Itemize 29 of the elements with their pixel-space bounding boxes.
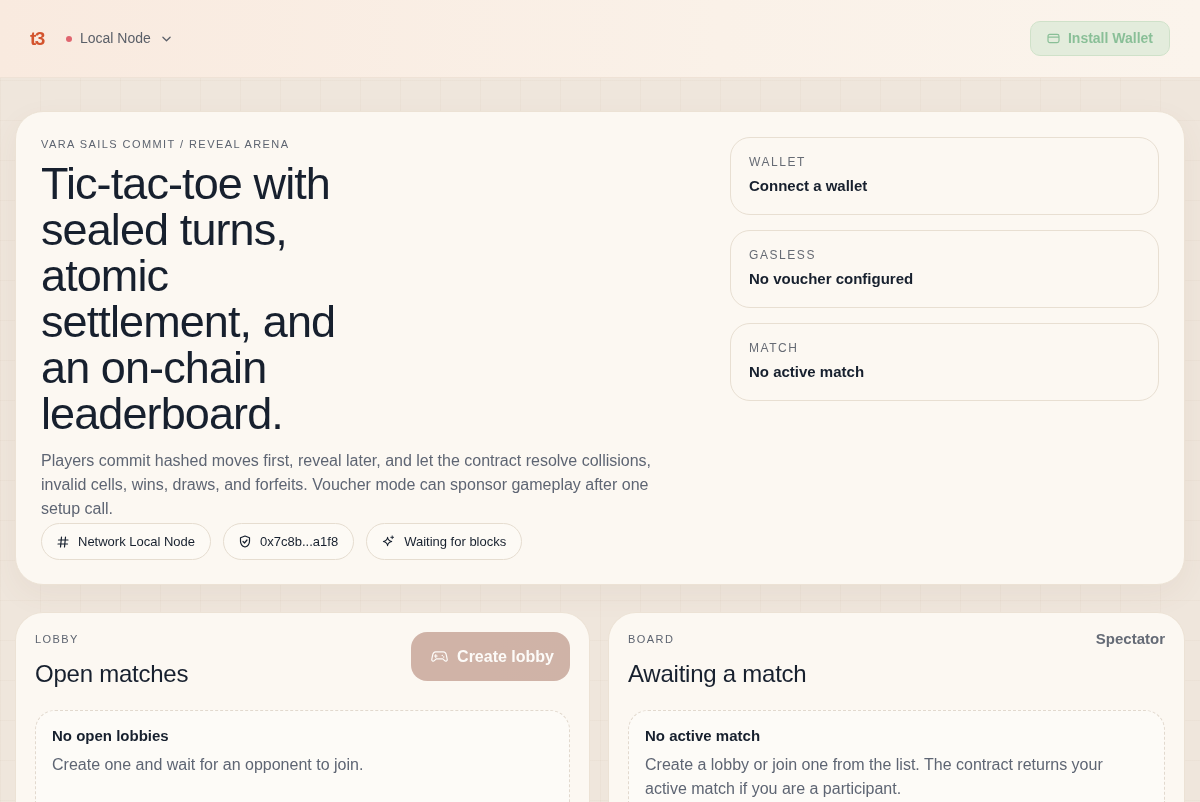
empty-state-text: Create one and wait for an opponent to join.	[52, 755, 365, 775]
status-value: No voucher configured	[749, 270, 915, 288]
status-label: WALLET	[749, 155, 807, 170]
section-label: LOBBY	[35, 632, 80, 646]
chip-label: Waiting for blocks	[404, 532, 507, 551]
status-label: MATCH	[749, 341, 800, 356]
section-title: Open matches	[35, 659, 189, 689]
hash-icon	[57, 535, 69, 548]
section-title: Awaiting a match	[628, 659, 807, 689]
section-label: BOARD	[628, 632, 676, 646]
chip-label: 0x7c8b...a1f8	[260, 532, 339, 551]
status-label: GASLESS	[749, 248, 817, 263]
status-value: Connect a wallet	[749, 177, 869, 195]
empty-state-title: No active match	[645, 726, 762, 746]
app-logo: t3	[30, 29, 44, 48]
shield-check-icon	[239, 535, 252, 548]
chip-label: Network Local Node	[78, 532, 196, 551]
empty-state-title: No open lobbies	[52, 726, 170, 746]
eyebrow-label: VARA SAILS COMMIT / REVEAL ARENA	[41, 137, 291, 151]
empty-state-text: Create a lobby or join one from the list. The contract returns your active match if you are a participant.	[645, 755, 1104, 799]
hero-description: Players commit hashed moves first, reveal later, and let the contract resolve collisions, invalid cells, wins, draws, and forfeits. Voucher mode can sponsor gameplay after one setup call.	[41, 451, 653, 519]
gamepad-icon	[431, 650, 449, 663]
sparkle-icon	[382, 535, 396, 548]
status-value: No active match	[749, 363, 866, 381]
network-selector[interactable]: Local Node	[65, 28, 171, 49]
hero-heading: Tic-tac-toe with sealed turns, atomic settlement, and an on-chain leaderboard.	[41, 161, 337, 437]
wallet-icon	[1046, 33, 1060, 44]
chevron-down-icon	[161, 35, 171, 42]
role-label: Spectator	[1095, 629, 1165, 649]
